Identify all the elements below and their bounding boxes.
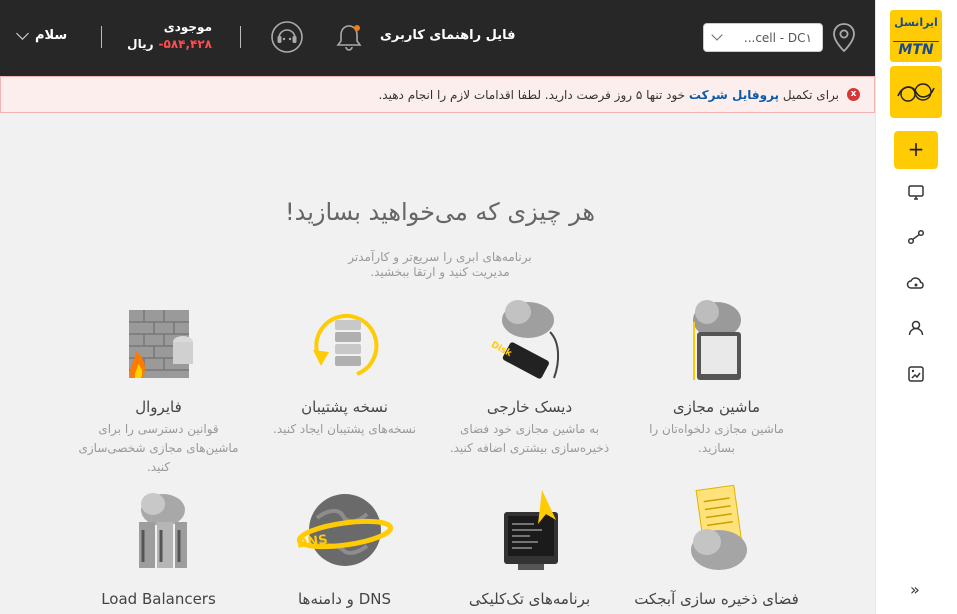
firewall-icon bbox=[128, 310, 193, 378]
support-headset-icon[interactable] bbox=[270, 20, 304, 54]
chevron-down-icon bbox=[711, 29, 723, 41]
top-bar: سلام موجودی ریال -۵۸۴,۴۲۸ فایل راهنمای ک… bbox=[0, 0, 875, 76]
irancell-logo[interactable]: ایرانسل MTN bbox=[890, 10, 942, 62]
user-icon[interactable] bbox=[906, 318, 926, 338]
load-balancer-icon bbox=[138, 493, 187, 568]
alert-text: برای تکمیل پروفایل شرکت خود تنها ۵ روز ف… bbox=[378, 88, 839, 102]
page-subtitle: برنامه‌های ابری را سریع‌تر و کارآمدتر مد… bbox=[320, 250, 560, 280]
currency-label: ریال bbox=[127, 37, 154, 51]
card-title: نسخه پشتیبان bbox=[301, 398, 388, 416]
dns-globe-icon: DNS bbox=[295, 494, 393, 566]
card-firewall[interactable]: فایروال قوانین دسترسی را برای ماشین‌های … bbox=[61, 292, 256, 477]
card-one-click-apps[interactable]: برنامه‌های تک‌کلیکی bbox=[432, 484, 627, 608]
add-button[interactable]: + bbox=[894, 131, 938, 169]
alert-text-before: برای تکمیل bbox=[782, 87, 839, 102]
location-pin-icon[interactable] bbox=[829, 22, 859, 54]
datacenter-select[interactable]: ...cell - DC۱ bbox=[703, 23, 823, 52]
datacenter-select-value: ...cell - DC۱ bbox=[743, 31, 812, 45]
card-description: ماشین مجازی دلخواه‌تان را بسازید. bbox=[649, 422, 784, 455]
logo-en-text: MTN bbox=[893, 41, 939, 58]
card-title: دیسک خارجی bbox=[486, 398, 573, 416]
close-icon[interactable]: x bbox=[847, 88, 860, 101]
collapse-sidebar-button[interactable]: » bbox=[910, 580, 920, 599]
cloud-icon[interactable] bbox=[906, 273, 926, 293]
card-title: ماشین مجازی bbox=[672, 398, 761, 416]
card-backup[interactable]: نسخه پشتیبان نسخه‌های پشتیبان ایجاد کنید… bbox=[247, 292, 442, 439]
subtitle-line-2: مدیریت کنید و ارتقا ببخشید. bbox=[370, 265, 510, 279]
card-external-disk[interactable]: Disk دیسک خارجی به ماشین مجازی خود فضای … bbox=[432, 292, 627, 458]
logo-fa-text: ایرانسل bbox=[894, 16, 938, 29]
chevron-down-icon bbox=[16, 27, 29, 40]
company-profile-link[interactable]: پروفایل شرکت bbox=[689, 88, 779, 102]
card-description: به ماشین مجازی خود فضای ذخیره‌سازی بیشتر… bbox=[449, 422, 610, 455]
object-storage-icon bbox=[690, 484, 747, 570]
card-title: فایروال bbox=[135, 398, 182, 416]
cloud-brand-logo bbox=[890, 66, 942, 118]
alert-text-after: خود تنها ۵ روز فرصت دارید. لطفا اقدامات … bbox=[378, 87, 686, 102]
network-icon[interactable] bbox=[906, 227, 926, 247]
card-title: فضای ذخیره سازی آبجکت bbox=[634, 590, 799, 608]
external-disk-icon: Disk bbox=[489, 300, 559, 379]
one-click-apps-icon bbox=[503, 490, 558, 570]
divider bbox=[101, 26, 102, 48]
billing-icon[interactable] bbox=[906, 364, 926, 384]
subtitle-line-1: برنامه‌های ابری را سریع‌تر و کارآمدتر bbox=[348, 250, 532, 264]
balance-amount: -۵۸۴,۴۲۸ bbox=[158, 37, 212, 51]
backup-icon bbox=[312, 313, 378, 376]
card-title: Load Balancers bbox=[101, 590, 216, 608]
card-description: قوانین دسترسی را برای ماشین‌های مجازی شخ… bbox=[78, 422, 239, 474]
card-dns-domains[interactable]: DNS DNS و دامنه‌ها bbox=[247, 484, 442, 608]
card-title: DNS و دامنه‌ها bbox=[297, 590, 391, 608]
user-menu[interactable]: سلام bbox=[16, 27, 68, 43]
card-description: نسخه‌های پشتیبان ایجاد کنید. bbox=[273, 422, 416, 436]
profile-alert: x برای تکمیل پروفایل شرکت خود تنها ۵ روز… bbox=[0, 76, 875, 113]
virtual-machine-icon bbox=[692, 300, 741, 380]
hello-label: سلام bbox=[35, 28, 68, 43]
card-virtual-machine[interactable]: ماشین مجازی ماشین مجازی دلخواه‌تان را بس… bbox=[619, 292, 814, 458]
balance-widget: موجودی ریال -۵۸۴,۴۲۸ bbox=[116, 20, 212, 51]
bell-icon[interactable] bbox=[332, 20, 366, 54]
card-title: برنامه‌های تک‌کلیکی bbox=[468, 590, 591, 608]
user-guide-link[interactable]: فایل راهنمای کاربری bbox=[380, 28, 516, 43]
monitor-icon[interactable] bbox=[906, 182, 926, 202]
balance-label: موجودی bbox=[163, 20, 212, 34]
card-object-storage[interactable]: فضای ذخیره سازی آبجکت bbox=[619, 484, 814, 608]
card-load-balancers[interactable]: Load Balancers bbox=[61, 484, 256, 608]
divider bbox=[240, 26, 241, 48]
page-title: هر چیزی که می‌خواهید بسازید! bbox=[285, 198, 595, 226]
